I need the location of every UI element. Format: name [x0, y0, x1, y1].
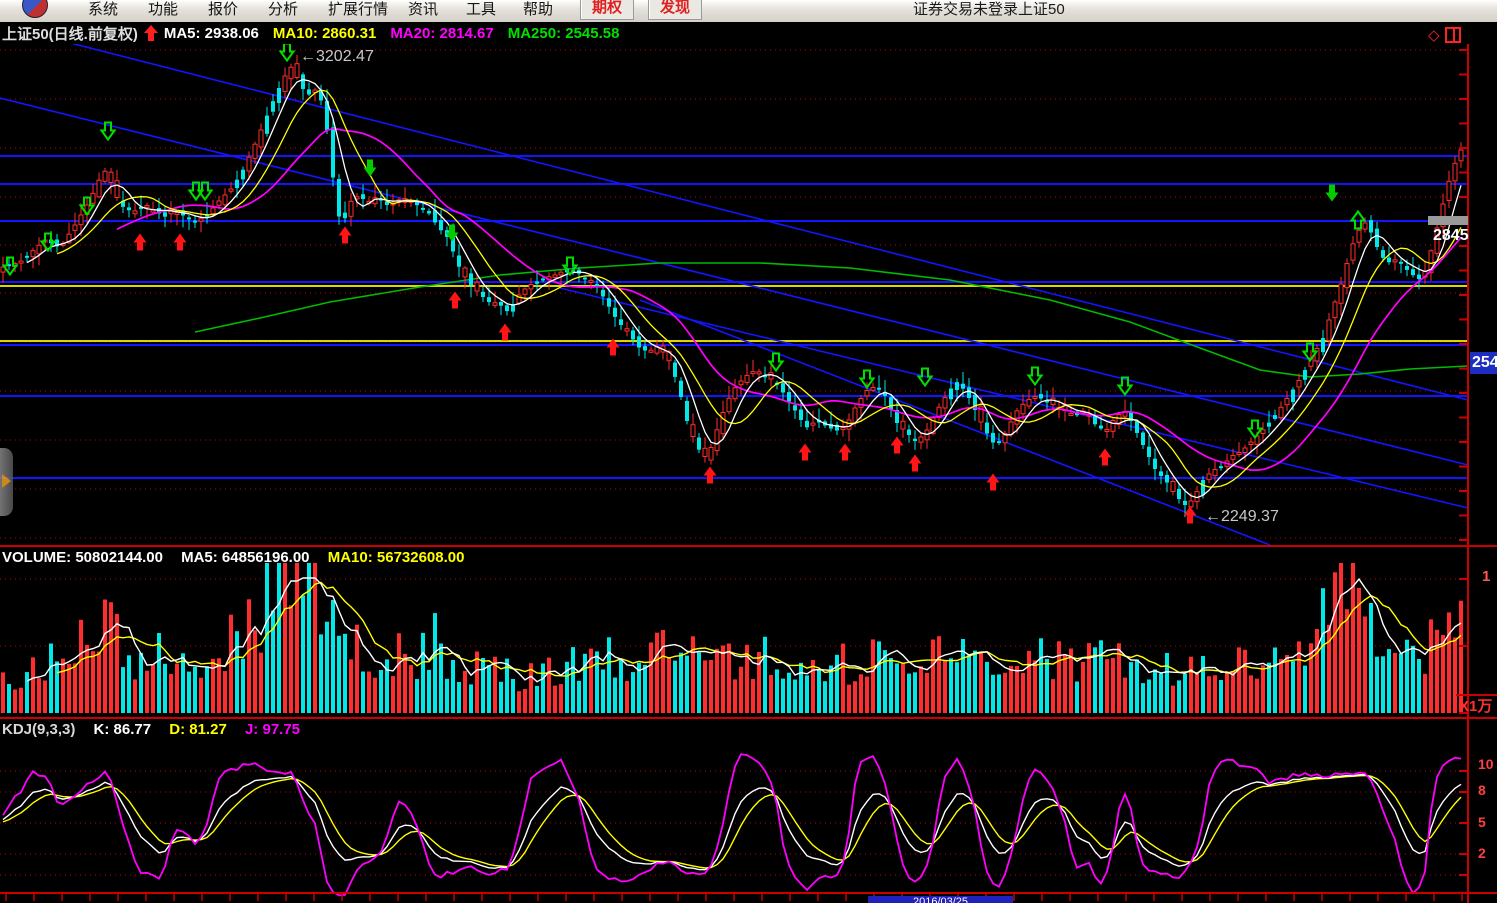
chart-symbol-label[interactable]: 上证50(日线.前复权) [2, 23, 138, 44]
ma20-readout: MA20: 2814.67 [390, 25, 493, 42]
kdj-axis-50: 5 [1478, 814, 1486, 830]
ma250-readout: MA250: 2545.58 [508, 25, 620, 42]
ma5-readout: MA5: 2938.06 [164, 25, 259, 42]
menu-button-discover[interactable]: 发现 [648, 0, 702, 20]
up-arrow-icon [144, 25, 158, 41]
kdj-d-readout: D: 81.27 [169, 721, 227, 738]
menu-button-discover-label: 发现 [660, 0, 690, 17]
volume-readout-row: VOLUME: 50802144.00 MA5: 64856196.00 MA1… [2, 549, 464, 566]
volume-readout: VOLUME: 50802144.00 [2, 549, 163, 566]
volume-ma10-readout: MA10: 56732608.00 [328, 549, 465, 566]
volume-unit-label: X1万 [1456, 694, 1497, 716]
kdj-j-readout: J: 97.75 [245, 721, 300, 738]
kdj-axis-80: 8 [1478, 782, 1486, 798]
menu-bar: 系统 功能 报价 分析 扩展行情 资讯 工具 帮助 期权 发现 证券交易未登录 … [0, 0, 1497, 23]
app-logo-icon [22, 0, 48, 18]
trading-app-window: 系统 功能 报价 分析 扩展行情 资讯 工具 帮助 期权 发现 证券交易未登录 … [0, 0, 1497, 903]
peak-price-annotation: ←3202.47 [300, 48, 374, 66]
kdj-axis-20: 2 [1478, 845, 1486, 861]
date-label: 2016/03/25 [868, 896, 1013, 903]
sidebar-expand-handle[interactable] [0, 448, 13, 516]
split-window-icon[interactable] [1445, 27, 1461, 43]
ma250-axis-tag: 254 [1470, 352, 1497, 374]
chart-title-bar: 上证50(日线.前复权) MA5: 2938.06 MA10: 2860.31 … [0, 22, 1497, 44]
menu-item-analysis[interactable]: 分析 [268, 0, 298, 19]
menu-item-extended-quotes[interactable]: 扩展行情 [328, 0, 388, 19]
diamond-icon[interactable]: ◇ [1428, 26, 1440, 44]
ma10-readout: MA10: 2860.31 [273, 25, 376, 42]
current-symbol: 上证50 [1018, 0, 1065, 19]
kdj-title[interactable]: KDJ(9,3,3) [2, 721, 75, 738]
menu-item-tools[interactable]: 工具 [466, 0, 496, 19]
menu-button-options-label: 期权 [592, 0, 622, 17]
kdj-k-readout: K: 86.77 [94, 721, 152, 738]
menu-item-function[interactable]: 功能 [148, 0, 178, 19]
menu-item-quotes[interactable]: 报价 [208, 0, 238, 19]
current-price-label: 2845 [1433, 227, 1469, 245]
title-corner-icons: ◇ [1428, 26, 1461, 44]
current-price-marker [1428, 216, 1468, 225]
kdj-axis-100: 10 [1478, 756, 1494, 772]
chart-canvas[interactable] [0, 0, 1497, 903]
menu-button-options[interactable]: 期权 [580, 0, 634, 20]
menu-item-system[interactable]: 系统 [88, 0, 118, 19]
trough-price-annotation: ←2249.37 [1205, 508, 1279, 526]
menu-item-news[interactable]: 资讯 [408, 0, 438, 19]
kdj-readout-row: KDJ(9,3,3) K: 86.77 D: 81.27 J: 97.75 [2, 721, 300, 738]
trade-login-status[interactable]: 证券交易未登录 [913, 0, 1018, 19]
expand-arrow-icon [2, 474, 11, 488]
volume-axis-label: 1 [1482, 568, 1490, 585]
volume-ma5-readout: MA5: 64856196.00 [181, 549, 309, 566]
menu-item-help[interactable]: 帮助 [523, 0, 553, 19]
